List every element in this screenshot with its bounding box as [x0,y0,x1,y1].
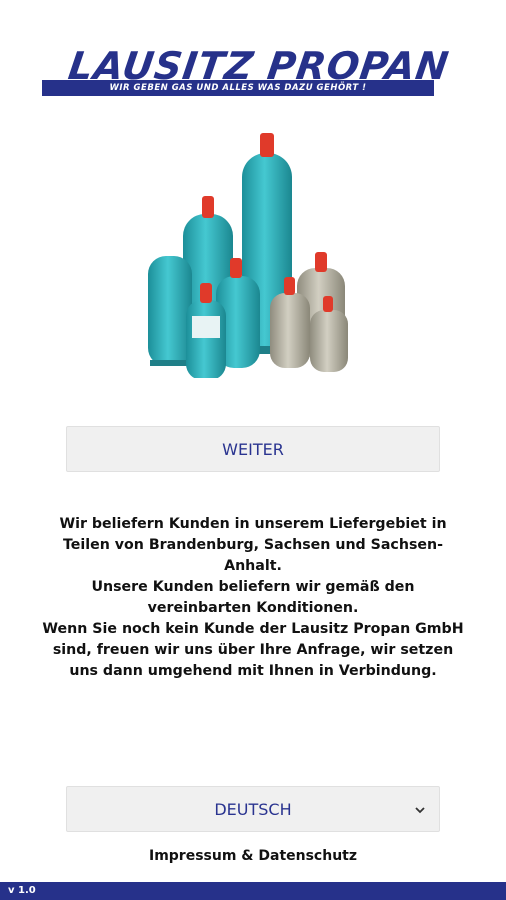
weiter-button[interactable]: WEITER [66,426,440,472]
chevron-down-icon [413,787,427,833]
footer-bar: v 1.0 [0,882,506,900]
language-select[interactable]: DEUTSCH [66,786,440,832]
info-line-2: Unsere Kunden beliefern wir gemäß den ve… [91,579,415,616]
info-line-3: Wenn Sie noch kein Kunde der Lausitz Pro… [42,621,464,679]
info-text: Wir beliefern Kunden in unserem Lieferge… [40,514,466,682]
version-label: v 1.0 [8,885,36,896]
impressum-link[interactable]: Impressum & Datenschutz [0,846,506,866]
teal-cylinder-left [148,256,192,366]
gas-cylinders-image [148,133,348,378]
info-line-1: Wir beliefern Kunden in unserem Lieferge… [59,516,447,574]
logo-tagline: WIR GEBEN GAS UND ALLES WAS DAZU GEHÖRT … [42,80,434,96]
language-selected-value: DEUTSCH [214,800,292,819]
